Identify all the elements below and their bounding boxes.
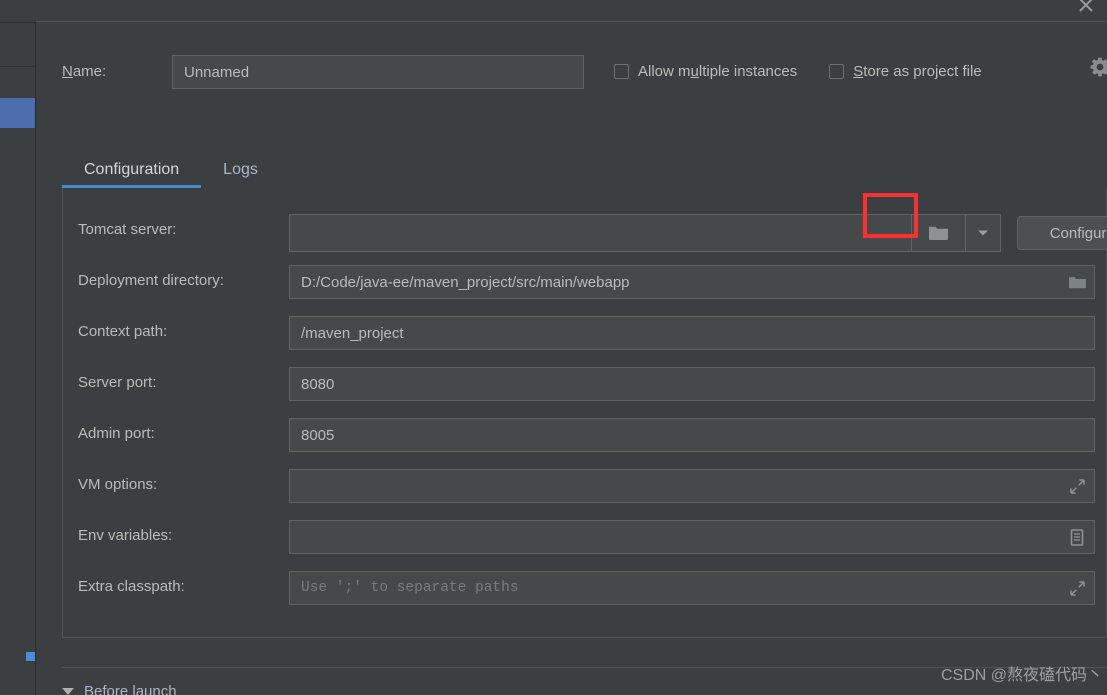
context-path-value: /maven_project <box>301 324 404 342</box>
context-path-input[interactable]: /maven_project <box>289 316 1095 350</box>
server-port-row: Server port: 8080 <box>63 367 1107 401</box>
name-label-mnemonic: N <box>62 63 73 80</box>
deployment-directory-label: Deployment directory: <box>78 272 224 289</box>
allow-multiple-instances-label: Allow multiple instances <box>638 63 798 80</box>
server-port-value: 8080 <box>301 375 335 393</box>
env-variables-input[interactable] <box>289 520 1095 554</box>
header-options: Allow multiple instances Store as projec… <box>614 63 1014 80</box>
extra-classpath-label: Extra classpath: <box>78 578 185 595</box>
store-as-project-file-checkbox[interactable]: Store as project file <box>829 63 982 80</box>
folder-icon[interactable] <box>1067 272 1087 292</box>
store-as-project-file-label: Store as project file <box>853 63 982 80</box>
left-rail <box>0 0 36 695</box>
tab-bar: Configuration Logs <box>62 152 1107 188</box>
vm-options-row: VM options: <box>63 469 1107 503</box>
extra-classpath-placeholder: Use ';' to separate paths <box>301 580 519 596</box>
close-icon[interactable] <box>1073 0 1099 18</box>
context-path-label: Context path: <box>78 323 168 340</box>
name-input[interactable] <box>172 55 584 89</box>
tomcat-server-combo[interactable] <box>289 214 1001 252</box>
configure-button[interactable]: Configure... <box>1017 216 1107 250</box>
vm-options-label: VM options: <box>78 476 158 493</box>
tomcat-server-row: Tomcat server: Configure... <box>63 214 1107 252</box>
name-label-rest: ame: <box>72 63 107 80</box>
extra-classpath-input[interactable]: Use ';' to separate paths <box>289 571 1095 605</box>
dialog-body: Name: Allow multiple instances Store as … <box>36 22 1107 695</box>
rail-divider-top <box>0 22 36 23</box>
deployment-directory-value: D:/Code/java-ee/maven_project/src/main/w… <box>301 273 630 291</box>
tab-configuration[interactable]: Configuration <box>62 161 202 188</box>
deployment-directory-row: Deployment directory: D:/Code/java-ee/ma… <box>63 265 1107 299</box>
configuration-panel: Tomcat server: Configure... <box>62 188 1107 638</box>
dialog-titlebar <box>36 0 1107 22</box>
name-label: Name: <box>62 63 106 80</box>
tab-configuration-label: Configuration <box>84 161 180 178</box>
vm-options-input[interactable] <box>289 469 1095 503</box>
expand-icon[interactable] <box>1067 578 1087 598</box>
folder-icon[interactable] <box>911 214 965 252</box>
rail-selected-item[interactable] <box>0 98 35 128</box>
deployment-directory-input[interactable]: D:/Code/java-ee/maven_project/src/main/w… <box>289 265 1095 299</box>
list-document-icon[interactable] <box>1067 527 1087 547</box>
checkbox-box <box>614 64 629 79</box>
server-port-label: Server port: <box>78 374 157 391</box>
admin-port-row: Admin port: 8005 <box>63 418 1107 452</box>
env-variables-label: Env variables: <box>78 527 173 544</box>
env-variables-row: Env variables: <box>63 520 1107 554</box>
before-launch-section[interactable]: Before launch <box>62 683 177 695</box>
gear-icon[interactable] <box>1089 56 1107 78</box>
chevron-down-icon <box>62 688 74 695</box>
tomcat-server-label: Tomcat server: <box>78 221 177 238</box>
checkbox-box <box>829 64 845 79</box>
expand-icon[interactable] <box>1067 476 1087 496</box>
context-path-row: Context path: /maven_project <box>63 316 1107 350</box>
allow-multiple-instances-checkbox[interactable]: Allow multiple instances <box>614 63 797 80</box>
run-configuration-dialog: Name: Allow multiple instances Store as … <box>0 0 1107 695</box>
watermark: CSDN @熬夜磕代码丶 <box>940 667 1103 684</box>
before-launch-label: Before launch <box>84 683 177 695</box>
admin-port-value: 8005 <box>301 426 335 444</box>
tab-logs-label: Logs <box>223 161 258 178</box>
tomcat-server-input[interactable] <box>289 214 911 252</box>
admin-port-label: Admin port: <box>78 425 155 442</box>
admin-port-input[interactable]: 8005 <box>289 418 1095 452</box>
rail-divider-mid <box>0 66 36 67</box>
server-port-input[interactable]: 8080 <box>289 367 1095 401</box>
tab-logs[interactable]: Logs <box>201 161 280 188</box>
extra-classpath-row: Extra classpath: Use ';' to separate pat… <box>63 571 1107 605</box>
chevron-down-icon[interactable] <box>965 214 1001 252</box>
